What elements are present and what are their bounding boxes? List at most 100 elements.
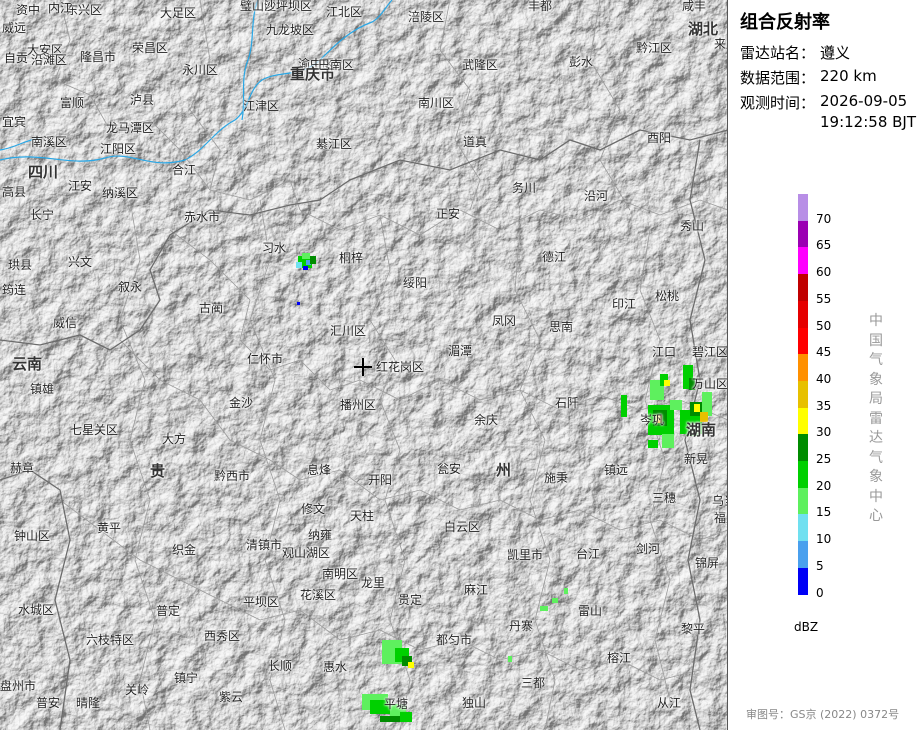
place-label: 兴文 [68,255,93,269]
place-label: 乌当区 [712,494,727,508]
place-label: 江阳区 [100,142,137,156]
place-label: 赫章 [10,461,35,475]
place-label: 江津区 [243,99,280,113]
legend-tick-55: 55 [816,291,832,306]
time-row: 观测时间： 2026-09-05 [740,92,907,113]
legend-swatch-40 [798,354,808,382]
place-label: 合江 [172,163,197,177]
place-label: 筠连 [2,283,27,297]
place-label: 汇川区 [330,324,367,338]
place-label: 锦屏 [695,556,720,570]
legend-swatch-60 [798,247,808,275]
legend-tick-45: 45 [816,345,832,360]
place-label: 黄平 [97,521,122,535]
place-label: 秀山 [680,219,705,233]
place-label: 南川区 [418,96,455,110]
legend-tick-25: 25 [816,452,832,466]
legend-swatch-20 [798,461,808,489]
place-label: 台江 [576,547,601,561]
place-label: 镇宁 [174,671,199,685]
place-label: 福泉市 [714,511,727,525]
place-label: 石阡 [555,396,580,410]
place-label: 独山 [462,696,487,710]
place-label: 思南 [549,320,574,334]
place-label: 酉阳 [647,131,672,145]
place-label: 綦江区 [316,137,353,151]
place-label: 湖北 [688,20,719,38]
legend-swatch-35 [798,380,808,409]
place-label: 仁怀市 [247,352,284,366]
legend-swatch-0 [798,567,808,595]
legend-unit: dBZ [794,620,819,634]
place-label: 剑河 [636,542,661,556]
place-label: 松桃 [655,289,680,303]
legend-swatch-30 [798,407,808,435]
legend-swatch-15 [798,487,808,515]
place-label: 都匀市 [436,633,473,647]
place-label: 武隆区 [462,58,499,72]
place-label: 雷山 [578,604,603,618]
place-label: 黔江区 [636,41,673,55]
place-label: 三穗 [652,491,677,505]
legend-tick-70: 70 [816,211,832,226]
legend-swatch-65 [798,220,808,248]
legend-tick-10: 10 [816,532,832,547]
place-label: 紫云 [219,690,244,704]
place-label: 习水 [262,241,287,255]
place-label: 四川 [28,163,59,181]
place-label: 息烽 [307,463,332,477]
range-label: 数据范围： [740,69,816,87]
place-label: 湄潭 [448,344,473,358]
place-label: 大方 [162,432,187,446]
review-number: 审图号：GS京 (2022) 0372号 [746,708,900,721]
place-label: 从江 [657,696,682,710]
place-label: 纳雍 [308,528,333,542]
legend-tick-30: 30 [816,425,832,440]
place-label: 云南 [12,355,43,373]
legend-tick-60: 60 [816,265,832,280]
place-label: 普定 [156,604,181,618]
place-label: 晴隆 [76,696,101,710]
place-label: 绥阳 [403,276,428,290]
radar-site-label: 红花岗区 [376,360,425,374]
place-label: 普安 [36,696,61,710]
agency-name: 中国气象局雷达气象中心 [869,313,883,524]
place-label: 永川区 [182,63,219,77]
legend-tick-20: 20 [816,478,832,493]
place-label: 清镇市 [246,538,283,552]
legend-swatch-25 [798,434,808,462]
place-label: 水城区 [18,603,55,617]
place-label: 余庆 [474,413,499,427]
legend-tick-35: 35 [816,398,832,413]
legend-swatch-45 [798,327,808,355]
place-label: 花溪区 [300,588,337,602]
legend-swatch-50 [798,300,808,328]
place-label: 来凤 [714,37,727,51]
place-label: 古蔺 [199,301,224,315]
place-label: 播州区 [340,398,377,412]
legend-tick-0: 0 [816,585,824,600]
place-label: 瓮安 [437,462,462,476]
legend-swatch-70 [798,194,808,222]
radar-map-window: { "panel": { "title": "组合反射率", "station_… [0,0,920,730]
place-label: 黎平 [681,622,706,636]
place-label: 江北区 [326,5,363,19]
place-label: 长宁 [30,208,55,222]
radar-map[interactable]: 资中 东兴区 大足区 璧山区 沙坪坝区 江北区 涪陵区 丰都 咸丰 威远 内江 大安区 隆昌市 荣昌区 永川… [0,0,728,730]
place-label: 荣昌区 [132,41,169,55]
place-label: 万山区 [692,377,728,391]
place-label: 巴南区 [318,58,355,72]
radar-site-marker[interactable] [354,358,372,376]
place-label: 九龙坡区 [266,23,315,37]
place-label: 惠水 [323,660,348,674]
place-label: 赤水市 [184,210,221,224]
range-value: 220 km [820,67,877,85]
place-label: 内江 [48,1,73,15]
place-label: 丹寨 [509,619,534,633]
place-label: 高县 [2,185,27,199]
place-label: 凤冈 [492,314,517,328]
place-label: 资中 [16,3,41,17]
place-label: 南明区 [322,567,359,581]
place-label: 凯里市 [507,548,544,562]
time-label: 观测时间： [740,94,816,112]
